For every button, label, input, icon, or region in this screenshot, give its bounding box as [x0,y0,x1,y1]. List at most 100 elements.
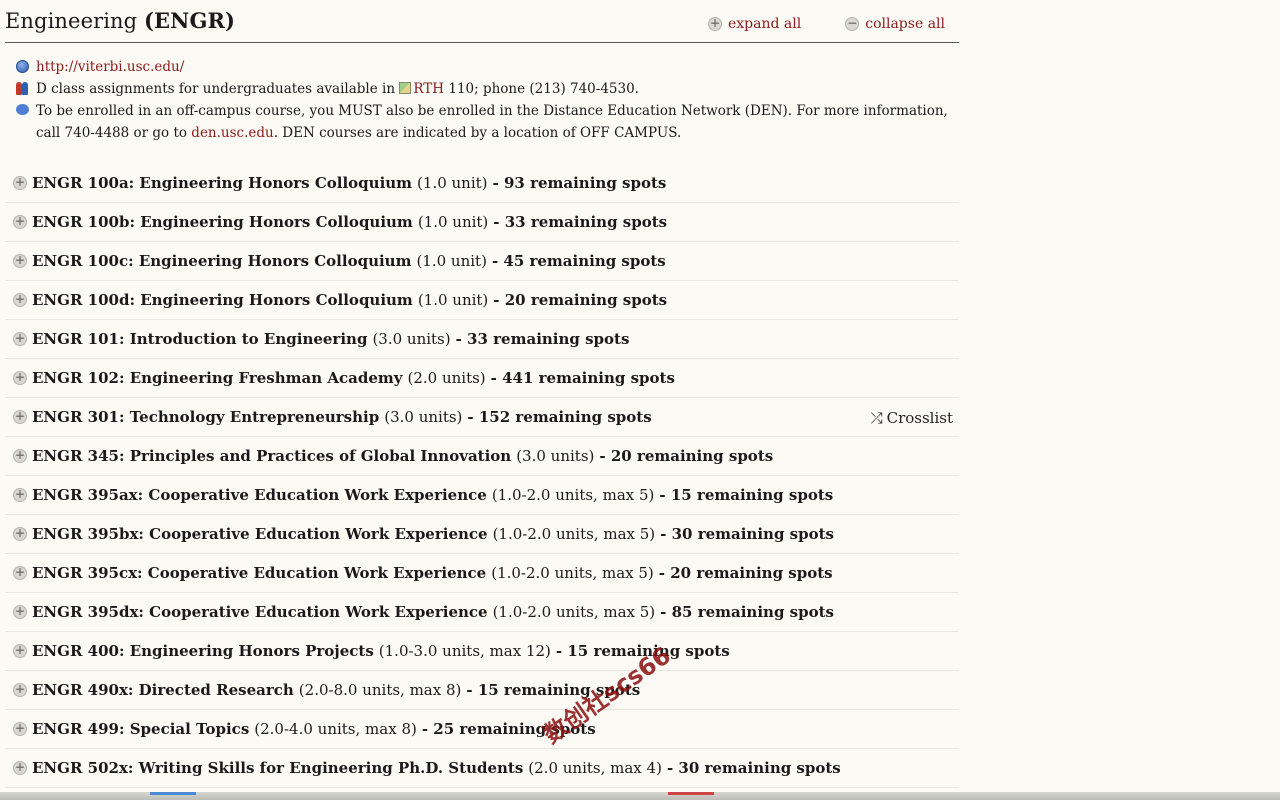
course-row[interactable]: + ENGR 100c: Engineering Honors Colloquiu… [5,242,959,281]
rth-link[interactable]: RTH [413,81,444,97]
course-title: ENGR 100a: Engineering Honors Colloquium [32,174,413,192]
course-row[interactable]: + ENGR 101: Introduction to Engineering (3… [5,320,959,359]
website-link[interactable]: http://viterbi.usc.edu/ [36,59,184,75]
collapse-all-label: collapse all [865,16,945,32]
note-class-assignments: D class assignments for undergraduates a… [16,78,959,100]
expand-plus-icon[interactable]: + [13,761,27,775]
course-title: ENGR 395dx: Cooperative Education Work E… [32,603,488,621]
course-units: (3.0 units) [516,447,595,465]
course-units: (1.0-3.0 units, max 12) [378,642,551,660]
expand-plus-icon[interactable]: + [13,644,27,658]
course-remaining-spots: - 33 remaining spots [455,330,630,348]
dept-code: (ENGR) [144,8,236,33]
expand-plus-icon[interactable]: + [13,254,27,268]
course-title: ENGR 395ax: Cooperative Education Work E… [32,486,487,504]
course-units: (2.0 units) [407,369,486,387]
course-remaining-spots: - 152 remaining spots [467,408,652,426]
expand-plus-icon[interactable]: + [13,566,27,580]
course-title: ENGR 102: Engineering Freshman Academy [32,369,403,387]
dept-name: Engineering [5,9,138,33]
course-row[interactable]: + ENGR 301: Technology Entrepreneurship (3… [5,398,959,437]
course-units: (1.0 unit) [417,291,489,309]
people-icon [16,82,29,95]
course-row[interactable]: + ENGR 345: Principles and Practices of G… [5,437,959,476]
course-units: (2.0 units, max 4) [528,759,662,777]
expand-plus-icon[interactable]: + [13,527,27,541]
course-list: + ENGR 100a: Engineering Honors Colloquiu… [5,164,959,788]
course-remaining-spots: - 93 remaining spots [492,174,667,192]
class-assign-suffix: 110; phone (213) 740-4530. [448,81,639,97]
note-website: http://viterbi.usc.edu/ [16,56,959,78]
course-row[interactable]: + ENGR 499: Special Topics (2.0-4.0 units,… [5,710,959,749]
expand-plus-icon[interactable]: + [13,410,27,424]
course-title: ENGR 100c: Engineering Honors Colloquium [32,252,412,270]
course-remaining-spots: - 441 remaining spots [490,369,675,387]
course-units: (1.0-2.0 units, max 5) [492,603,656,621]
course-row[interactable]: + ENGR 395ax: Cooperative Education Work … [5,476,959,515]
course-row[interactable]: + ENGR 400: Engineering Honors Projects (1… [5,632,959,671]
course-title: ENGR 301: Technology Entrepreneurship [32,408,380,426]
course-units: (3.0 units) [372,330,451,348]
expand-all-label: expand all [728,16,802,32]
class-assign-text: D class assignments for undergraduates a… [36,81,396,97]
course-remaining-spots: - 20 remaining spots [493,291,668,309]
expand-plus-icon[interactable]: + [13,371,27,385]
course-row[interactable]: + ENGR 490x: Directed Research (2.0-8.0 un… [5,671,959,710]
course-title: ENGR 499: Special Topics [32,720,250,738]
expand-plus-icon[interactable]: + [13,488,27,502]
course-title: ENGR 395cx: Cooperative Education Work E… [32,564,487,582]
course-row[interactable]: + ENGR 395bx: Cooperative Education Work … [5,515,959,554]
minus-circle-icon: − [845,16,860,31]
department-notes: http://viterbi.usc.edu/ D class assignme… [5,43,959,144]
course-units: (1.0-2.0 units, max 5) [491,486,655,504]
course-units: (1.0 unit) [417,174,488,192]
course-remaining-spots: - 15 remaining spots [659,486,834,504]
course-remaining-spots: - 85 remaining spots [660,603,834,621]
course-title: ENGR 490x: Directed Research [32,681,294,699]
course-row[interactable]: + ENGR 100a: Engineering Honors Colloquiu… [5,164,959,203]
course-units: (1.0 unit) [417,213,489,231]
course-remaining-spots: - 30 remaining spots [660,525,834,543]
course-remaining-spots: - 45 remaining spots [491,252,666,270]
course-units: (3.0 units) [384,408,463,426]
course-row[interactable]: + ENGR 100d: Engineering Honors Colloquiu… [5,281,959,320]
course-units: (1.0-2.0 units, max 5) [492,525,656,543]
expand-plus-icon[interactable]: + [13,722,27,736]
note-den: To be enrolled in an off-campus course, … [16,100,959,144]
expand-plus-icon[interactable]: + [13,293,27,307]
course-row[interactable]: + ENGR 395cx: Cooperative Education Work … [5,554,959,593]
course-row[interactable]: + ENGR 102: Engineering Freshman Academy(… [5,359,959,398]
course-title: ENGR 100b: Engineering Honors Colloquium [32,213,413,231]
den-text-end: . DEN courses are indicated by a locatio… [273,125,682,141]
globe-icon [16,60,29,73]
course-row[interactable]: + ENGR 100b: Engineering Honors Colloquiu… [5,203,959,242]
crosslist-link[interactable]: ⤮ Crosslist [871,409,953,427]
expand-plus-icon[interactable]: + [13,176,27,190]
course-remaining-spots: - 33 remaining spots [493,213,668,231]
course-units: (1.0-2.0 units, max 5) [491,564,654,582]
page-title: Engineering (ENGR) [5,8,235,33]
department-page: Engineering (ENGR) + expand all − collap… [5,0,959,788]
course-remaining-spots: - 20 remaining spots [599,447,774,465]
course-title: ENGR 395bx: Cooperative Education Work E… [32,525,488,543]
course-units: (2.0-4.0 units, max 8) [254,720,417,738]
expand-plus-icon[interactable]: + [13,683,27,697]
expand-plus-icon[interactable]: + [13,449,27,463]
expand-plus-icon[interactable]: + [13,605,27,619]
course-title: ENGR 100d: Engineering Honors Colloquium [32,291,413,309]
expand-all-button[interactable]: + expand all [708,16,801,32]
course-title: ENGR 502x: Writing Skills for Engineerin… [32,759,524,777]
course-row[interactable]: + ENGR 502x: Writing Skills for Engineeri… [5,749,959,788]
plus-circle-icon: + [708,16,722,31]
expand-plus-icon[interactable]: + [13,215,27,229]
den-link[interactable]: den.usc.edu [191,125,273,141]
course-units: (2.0-8.0 units, max 8) [298,681,462,699]
course-remaining-spots: - 20 remaining spots [658,564,833,582]
course-row[interactable]: + ENGR 395dx: Cooperative Education Work … [5,593,959,632]
map-icon [399,82,412,94]
course-title: ENGR 101: Introduction to Engineering [32,330,368,348]
shuffle-icon: ⤮ [870,409,883,427]
collapse-all-button[interactable]: − collapse all [845,16,945,32]
speech-bubble-icon [16,104,29,115]
expand-plus-icon[interactable]: + [13,332,27,346]
